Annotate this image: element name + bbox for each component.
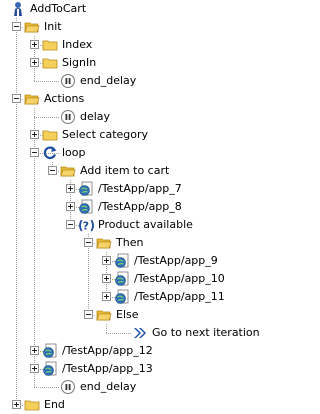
tree-node-root[interactable]: AddToCart <box>0 0 269 18</box>
tree-node-go-next[interactable]: Go to next iteration <box>0 324 269 342</box>
tree-node-label: end_delay <box>80 74 137 87</box>
tree-node-label: end_delay <box>80 380 137 393</box>
tree-node-app10[interactable]: /TestApp/app_10 <box>0 270 269 288</box>
collapse-toggle[interactable] <box>12 94 21 103</box>
tree-node-label: Else <box>116 308 139 321</box>
page-globe-icon <box>79 181 93 196</box>
tree-node-loop[interactable]: loop <box>0 144 269 162</box>
tree-node-label: /TestApp/app_7 <box>98 182 182 195</box>
tree-node-app11[interactable]: /TestApp/app_11 <box>0 288 269 306</box>
page-globe-icon <box>79 199 93 214</box>
tree-node-label: Go to next iteration <box>152 326 260 339</box>
tree-node-app12[interactable]: /TestApp/app_12 <box>0 342 269 360</box>
tree-node-select-category[interactable]: Select category <box>0 126 269 144</box>
collapse-toggle[interactable] <box>66 220 75 229</box>
tree-node-label: AddToCart <box>30 2 87 15</box>
tree-node-label: Select category <box>62 128 149 141</box>
loop-icon <box>43 146 57 160</box>
page-globe-icon <box>115 253 129 268</box>
svg-text:): ) <box>90 219 95 233</box>
tree-node-delay[interactable]: delay <box>0 108 269 126</box>
page-globe-icon <box>43 343 57 358</box>
tree-node-label: End <box>44 398 65 411</box>
test-tree: AddToCart Init Index SignIn end_delay Ac… <box>0 0 269 414</box>
page-globe-icon <box>43 361 57 376</box>
folder-open-icon <box>24 22 40 33</box>
tree-node-init[interactable]: Init <box>0 18 269 36</box>
tree-node-label: /TestApp/app_13 <box>62 362 153 375</box>
expand-toggle[interactable] <box>66 202 75 211</box>
tree-node-else[interactable]: Else <box>0 306 269 324</box>
tree-node-label: /TestApp/app_8 <box>98 200 182 213</box>
folder-open-icon <box>96 310 112 321</box>
pause-icon <box>61 110 75 124</box>
collapse-toggle[interactable] <box>84 310 93 319</box>
question-icon: ( ? ) <box>78 219 95 233</box>
folder-open-icon <box>96 238 112 249</box>
collapse-toggle[interactable] <box>12 22 21 31</box>
expand-toggle[interactable] <box>102 274 111 283</box>
expand-toggle[interactable] <box>30 364 39 373</box>
expand-toggle[interactable] <box>30 346 39 355</box>
user-icon <box>14 2 22 16</box>
tree-node-index[interactable]: Index <box>0 36 269 54</box>
expand-toggle[interactable] <box>30 40 39 49</box>
tree-node-then[interactable]: Then <box>0 234 269 252</box>
folder-open-icon <box>24 94 40 105</box>
tree-node-label: Product available <box>98 218 193 231</box>
tree-node-app7[interactable]: /TestApp/app_7 <box>0 180 269 198</box>
tree-node-end[interactable]: End <box>0 396 269 414</box>
tree-node-label: Add item to cart <box>80 164 170 177</box>
folder-icon <box>42 58 58 69</box>
expand-toggle[interactable] <box>102 292 111 301</box>
expand-toggle[interactable] <box>30 58 39 67</box>
tree-node-label: /TestApp/app_12 <box>62 344 153 357</box>
folder-icon <box>42 40 58 51</box>
pause-icon <box>61 380 75 394</box>
expand-toggle[interactable] <box>12 400 21 409</box>
tree-node-add-item[interactable]: Add item to cart <box>0 162 269 180</box>
tree-node-app13[interactable]: /TestApp/app_13 <box>0 360 269 378</box>
tree-node-signin[interactable]: SignIn <box>0 54 269 72</box>
expand-toggle[interactable] <box>102 256 111 265</box>
pause-icon <box>61 74 75 88</box>
folder-open-icon <box>60 166 76 177</box>
tree-node-product-available[interactable]: ( ? ) Product available <box>0 216 269 234</box>
double-chevron-icon <box>134 328 146 338</box>
tree-node-actions[interactable]: Actions <box>0 90 269 108</box>
tree-node-label: delay <box>80 110 111 123</box>
tree-node-label: loop <box>62 146 86 159</box>
tree-node-label: Actions <box>44 92 85 105</box>
tree-node-label: SignIn <box>62 56 97 69</box>
expand-toggle[interactable] <box>66 184 75 193</box>
tree-node-end-delay[interactable]: end_delay <box>0 378 269 396</box>
tree-node-label: Init <box>44 20 62 33</box>
collapse-toggle[interactable] <box>84 238 93 247</box>
tree-node-end-delay[interactable]: end_delay <box>0 72 269 90</box>
tree-node-label: /TestApp/app_10 <box>134 272 225 285</box>
page-globe-icon <box>115 289 129 304</box>
tree-node-app8[interactable]: /TestApp/app_8 <box>0 198 269 216</box>
tree-node-app9[interactable]: /TestApp/app_9 <box>0 252 269 270</box>
tree-node-label: Index <box>62 38 93 51</box>
folder-icon <box>42 130 58 141</box>
folder-icon <box>24 400 40 411</box>
expand-toggle[interactable] <box>30 130 39 139</box>
collapse-toggle[interactable] <box>30 148 39 157</box>
page-globe-icon <box>115 271 129 286</box>
svg-text:?: ? <box>83 220 89 233</box>
tree-node-label: /TestApp/app_11 <box>134 290 225 303</box>
tree-node-label: Then <box>116 236 144 249</box>
collapse-toggle[interactable] <box>48 166 57 175</box>
tree-node-label: /TestApp/app_9 <box>134 254 218 267</box>
